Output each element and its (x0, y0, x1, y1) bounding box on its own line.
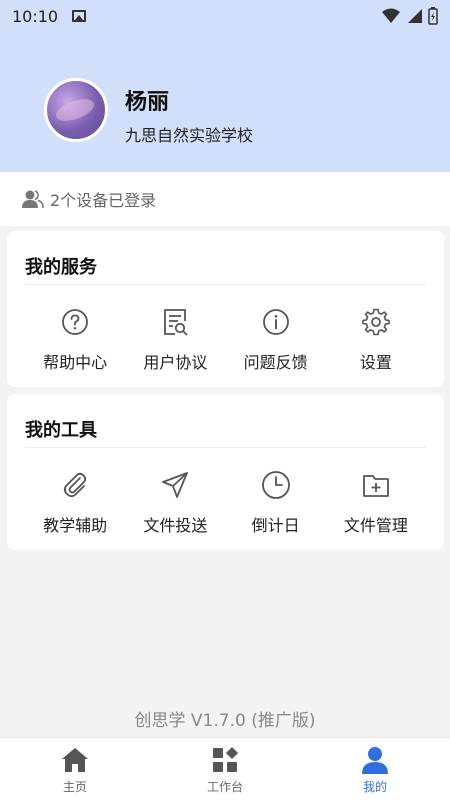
file-management-button[interactable]: 文件管理 (326, 470, 426, 536)
countdown-label: 倒计日 (251, 516, 300, 535)
bottom-tab-bar: 主页 工作台 我的 (0, 737, 450, 800)
devices-logged-in-row[interactable]: 2个设备已登录 (0, 172, 450, 226)
devices-text: 2个设备已登录 (50, 191, 157, 210)
tools-title: 我的工具 (25, 420, 97, 441)
person-icon (362, 747, 388, 774)
wifi-icon (382, 8, 400, 23)
help-icon (62, 309, 89, 335)
avatar[interactable] (44, 78, 108, 142)
tab-workbench[interactable]: 工作台 (150, 738, 300, 800)
file-send-label: 文件投送 (143, 516, 208, 535)
tab-home[interactable]: 主页 (0, 738, 150, 800)
folder-add-icon (362, 475, 389, 497)
profile-header: 杨丽 九思自然实验学校 (0, 32, 450, 172)
divider (25, 447, 426, 448)
user-name: 杨丽 (125, 90, 170, 115)
countdown-button[interactable]: 倒计日 (226, 470, 326, 536)
tab-mine-label: 我的 (362, 780, 387, 794)
feedback-button[interactable]: 问题反馈 (226, 307, 326, 373)
clock-icon (261, 471, 290, 499)
signal-icon (408, 9, 422, 23)
paperclip-icon (63, 472, 87, 498)
tools-grid: 教学辅助 文件投送 倒计日 文件管理 (25, 470, 426, 536)
tab-home-label: 主页 (62, 780, 87, 794)
file-send-button[interactable]: 文件投送 (125, 470, 225, 536)
teaching-assist-label: 教学辅助 (43, 516, 108, 535)
user-agreement-button[interactable]: 用户协议 (125, 307, 225, 373)
settings-button[interactable]: 设置 (326, 307, 426, 373)
user-school: 九思自然实验学校 (125, 126, 254, 145)
services-grid: 帮助中心 用户协议 问题反馈 设置 (25, 307, 426, 373)
user-agreement-label: 用户协议 (143, 353, 208, 372)
services-title: 我的服务 (25, 257, 97, 278)
users-icon (22, 190, 44, 209)
home-icon (62, 748, 88, 772)
file-management-label: 文件管理 (343, 516, 408, 535)
document-search-icon (164, 309, 189, 336)
teaching-assist-button[interactable]: 教学辅助 (25, 470, 125, 536)
version-text: 创思学 V1.7.0 (推广版) (134, 711, 316, 731)
services-card: 我的服务 帮助中心 用户协议 问题反馈 设置 (7, 231, 444, 387)
tab-workbench-label: 工作台 (206, 780, 243, 794)
image-notification-icon (72, 10, 87, 22)
status-time: 10:10 (12, 6, 59, 26)
info-icon (262, 309, 289, 335)
status-icons (382, 7, 438, 25)
feedback-label: 问题反馈 (243, 353, 308, 372)
workbench-icon (213, 747, 238, 772)
help-center-button[interactable]: 帮助中心 (25, 307, 125, 373)
divider (25, 284, 426, 285)
tools-card: 我的工具 教学辅助 文件投送 倒计日 文件管理 (7, 394, 444, 550)
help-center-label: 帮助中心 (43, 353, 108, 372)
battery-icon (428, 7, 438, 25)
settings-label: 设置 (359, 353, 392, 372)
gear-icon (362, 308, 390, 336)
send-icon (162, 472, 189, 498)
status-bar: 10:10 (0, 0, 450, 32)
tab-mine[interactable]: 我的 (300, 738, 450, 800)
